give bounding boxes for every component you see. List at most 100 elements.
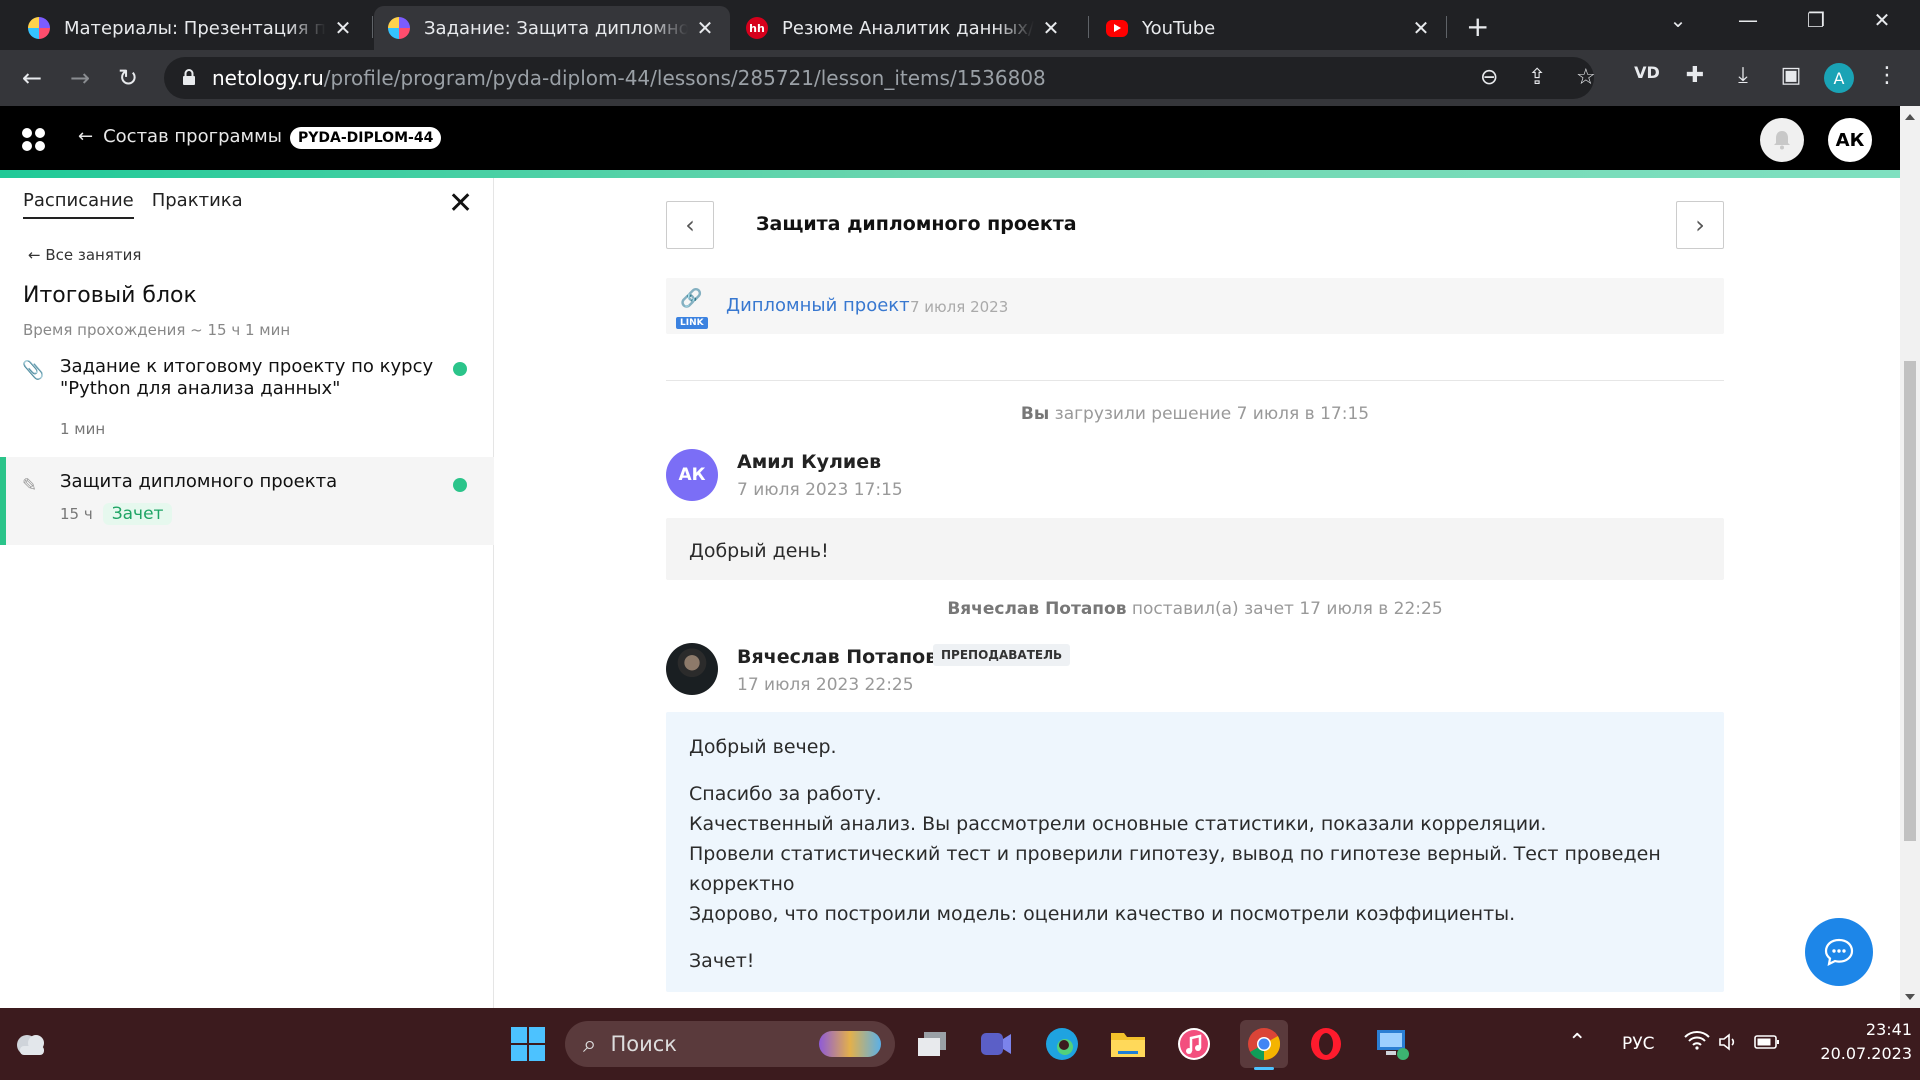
message-author: Вячеслав Потапов (737, 646, 938, 668)
attachment-title-link[interactable]: Дипломный проект (726, 295, 910, 316)
browser-tab-strip: Материалы: Презентация по теме ✕ Задание… (0, 0, 1920, 50)
browser-tab-active[interactable]: Задание: Защита дипломного проекта ✕ (374, 6, 730, 50)
all-lessons-link[interactable]: ← Все занятия (28, 246, 141, 264)
zoom-out-icon[interactable]: ⊖ (1480, 65, 1498, 90)
edge-browser-icon[interactable] (1042, 1024, 1082, 1064)
lock-icon (183, 69, 195, 85)
block-title: Итоговый блок (23, 283, 197, 308)
youtube-favicon-icon (1106, 19, 1128, 37)
site-header: ← Состав программы PYDA-DIPLOM-44 АК (0, 106, 1900, 170)
file-type-tag: LINK (676, 317, 708, 329)
new-tab-plus-icon[interactable]: + (1466, 10, 1489, 43)
tab-title: Задание: Защита дипломного проекта (424, 17, 688, 39)
sidebar-lesson-item[interactable]: 📎 Задание к итоговому проекту по курсу "… (0, 356, 494, 446)
windows-start-icon[interactable] (508, 1024, 548, 1064)
side-panel-icon[interactable]: ▣ (1776, 63, 1806, 88)
message-bubble: Добрый день! (666, 518, 1724, 580)
browser-tab[interactable]: YouTube ✕ (1092, 6, 1446, 50)
extensions-puzzle-icon[interactable]: ✚ (1680, 63, 1710, 88)
vpn-extension-icon[interactable]: VD (1632, 63, 1662, 82)
file-explorer-icon[interactable] (1108, 1024, 1148, 1064)
taskbar-search-label: Поиск (610, 1032, 677, 1056)
url-path: /profile/program/pyda-diplom-44/lessons/… (323, 66, 1046, 90)
tab-separator (1088, 16, 1089, 38)
wifi-icon[interactable] (1684, 1030, 1710, 1055)
close-tab-icon[interactable]: ✕ (332, 16, 354, 40)
bookmark-star-icon[interactable]: ☆ (1576, 65, 1596, 90)
volume-icon[interactable] (1718, 1032, 1740, 1056)
close-window-icon[interactable]: ✕ (1862, 8, 1902, 32)
scroll-up-arrow-icon[interactable] (1905, 114, 1915, 120)
share-icon[interactable]: ⇪ (1528, 65, 1546, 90)
search-icon: ⌕ (583, 1030, 597, 1058)
scroll-down-arrow-icon[interactable] (1905, 994, 1915, 1000)
opera-browser-icon[interactable] (1306, 1024, 1346, 1064)
chrome-browser-icon[interactable] (1240, 1020, 1288, 1070)
close-tab-icon[interactable]: ✕ (694, 16, 716, 40)
close-tab-icon[interactable]: ✕ (1410, 16, 1432, 40)
clock-time[interactable]: 23:41 (1842, 1020, 1912, 1039)
tab-separator (372, 16, 373, 38)
taskbar-search[interactable]: ⌕ Поиск (565, 1021, 895, 1067)
task-view-icon[interactable] (912, 1024, 952, 1064)
hh-favicon-icon: hh (746, 17, 768, 39)
remote-desktop-icon[interactable] (1372, 1024, 1412, 1064)
back-to-program-link[interactable]: ← Состав программы (78, 126, 282, 147)
reload-icon[interactable]: ↻ (112, 62, 144, 94)
close-sidebar-icon[interactable]: ✕ (448, 189, 473, 219)
weather-cloud-icon[interactable] (14, 1028, 48, 1058)
browser-profile-avatar[interactable]: A (1824, 63, 1854, 93)
show-hidden-icons-chevron-icon[interactable]: ⌃ (1568, 1030, 1586, 1055)
progress-strip (0, 170, 1900, 178)
tab-title: YouTube (1142, 17, 1216, 39)
attachment-date: 7 июля 2023 (910, 298, 1009, 316)
message-text: Добрый день! (689, 540, 829, 562)
download-icon[interactable]: ⤓ (1728, 63, 1758, 88)
event-actor: Вы (1020, 404, 1050, 424)
browser-tab[interactable]: Материалы: Презентация по теме ✕ (14, 6, 368, 50)
scrollbar-thumb[interactable] (1904, 361, 1916, 841)
attachment-card[interactable]: 🔗 LINK Дипломный проект 7 июля 2023 (666, 278, 1724, 334)
author-avatar-photo (666, 643, 718, 695)
notifications-bell-button[interactable] (1760, 118, 1804, 162)
input-language[interactable]: РУС (1622, 1034, 1654, 1054)
windows-taskbar: ⌕ Поиск ⌃ РУС 23:41 20.07.2023 (0, 1008, 1920, 1080)
previous-lesson-button[interactable]: ‹ (666, 201, 714, 249)
browser-menu-icon[interactable]: ⋮ (1872, 63, 1902, 88)
message-text: Добрый вечер. (689, 736, 837, 758)
close-tab-icon[interactable]: ✕ (1040, 16, 1062, 40)
tab-separator (1446, 16, 1447, 38)
activity-event: Вячеслав Потапов поставил(а) зачет 17 ию… (666, 599, 1724, 619)
battery-icon[interactable] (1754, 1034, 1780, 1054)
support-chat-button[interactable] (1805, 918, 1873, 986)
edit-pencil-icon: ✎ (22, 475, 38, 496)
netology-logo-icon[interactable] (22, 128, 46, 152)
address-bar[interactable]: netology.ru/profile/program/pyda-diplom-… (164, 57, 1596, 99)
lesson-duration: 15 ч (60, 505, 93, 523)
tab-schedule[interactable]: Расписание (23, 190, 134, 219)
browser-tab[interactable]: hh Резюме Аналитик данных/Продуктовый ан… (732, 6, 1076, 50)
clock-date[interactable]: 20.07.2023 (1802, 1044, 1912, 1063)
tab-search-chevron-icon[interactable]: ⌄ (1658, 8, 1698, 32)
minimize-icon[interactable]: — (1728, 8, 1768, 32)
restore-icon[interactable]: ❐ (1796, 8, 1836, 32)
message-text: Качественный анализ. Вы рассмотрели осно… (689, 813, 1547, 835)
completed-status-dot (453, 478, 467, 492)
user-avatar[interactable]: АК (1828, 118, 1872, 162)
next-lesson-button[interactable]: › (1676, 201, 1724, 249)
sidebar-lesson-item-active[interactable]: ✎ Защита дипломного проекта 15 ч Зачет (0, 457, 494, 545)
tab-practice[interactable]: Практика (152, 190, 243, 219)
browser-toolbar: ← → ↻ netology.ru/profile/program/pyda-d… (0, 50, 1920, 106)
lesson-duration: 1 мин (60, 420, 106, 438)
page-scrollbar[interactable] (1900, 106, 1920, 1008)
arrow-left-icon: ← (28, 246, 46, 264)
forward-arrow-icon[interactable]: → (64, 62, 96, 94)
message-author: Амил Кулиев (737, 451, 882, 473)
event-text: поставил(а) зачет 17 июля в 22:25 (1126, 599, 1443, 619)
message-text: Спасибо за работу. (689, 783, 882, 805)
link-file-icon: 🔗 LINK (672, 282, 708, 330)
teams-chat-icon[interactable] (976, 1024, 1016, 1064)
back-arrow-icon[interactable]: ← (16, 62, 48, 94)
itunes-music-icon[interactable] (1174, 1024, 1214, 1064)
chevron-left-icon: ‹ (685, 211, 695, 239)
